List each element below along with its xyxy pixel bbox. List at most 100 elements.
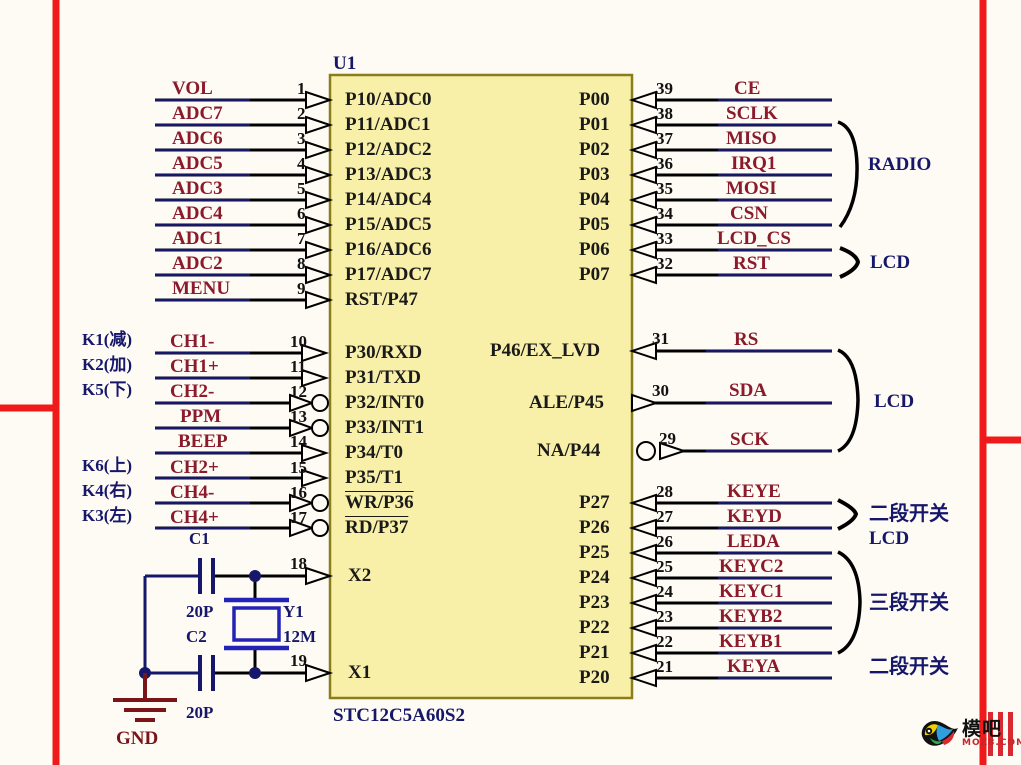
net-label: SCK — [730, 429, 770, 450]
net-label: IRQ1 — [731, 153, 777, 174]
pin-name: P12/ADC2 — [345, 139, 432, 160]
pin-name: NA/P44 — [537, 440, 601, 461]
right-bank-3-arrows — [628, 493, 657, 688]
pin-name: P27 — [579, 492, 610, 513]
pin-number: 15 — [290, 458, 307, 477]
bus-label-lcd-top: LCD — [870, 252, 911, 273]
pin-number: 35 — [656, 179, 673, 198]
site-logo: 模吧 MOZ8.COM — [918, 712, 1021, 756]
net-label: KEYD — [727, 506, 782, 527]
pin-name: P17/ADC7 — [345, 264, 432, 285]
brace-lcd-mid — [837, 348, 860, 453]
pin-name: P34/T0 — [345, 442, 404, 463]
pin-number: 2 — [297, 104, 306, 123]
key-label: K4(右) — [82, 481, 133, 500]
pin-name: RD/P37 — [345, 517, 409, 538]
pin-name: P14/ADC4 — [345, 189, 432, 210]
pin-name: P46/EX_LVD — [490, 340, 601, 361]
pin-number: 36 — [656, 154, 673, 173]
chip-part-number: STC12C5A60S2 — [333, 705, 465, 726]
pin-name: X1 — [348, 662, 372, 683]
net-label: MENU — [172, 278, 231, 299]
gnd-label: GND — [116, 728, 159, 749]
net-label: RS — [734, 329, 759, 350]
gnd-symbol — [113, 673, 177, 722]
pin-number: 1 — [297, 79, 306, 98]
junction-dot — [249, 570, 261, 582]
net-label: CH1- — [170, 331, 215, 352]
brace-three-stage — [837, 550, 862, 655]
net-label: SCLK — [726, 103, 778, 124]
bus-label-lcd-bottom: LCD — [869, 528, 910, 549]
pin-name: P02 — [579, 139, 610, 160]
net-label: ADC7 — [172, 103, 223, 124]
pin-number: 4 — [297, 154, 306, 173]
pin-name: P11/ADC1 — [345, 114, 431, 135]
pin-number: 9 — [297, 279, 306, 298]
pin-name: P35/T1 — [345, 467, 404, 488]
pin-number: 18 — [290, 554, 307, 573]
pin-name: P06 — [579, 239, 610, 260]
net-label: KEYB1 — [719, 631, 783, 652]
net-label: CH4+ — [170, 507, 219, 528]
net-label: CSN — [730, 203, 769, 224]
capacitor-c1 — [198, 558, 215, 594]
pin-name: P21 — [579, 642, 610, 663]
y1-value: 12M — [283, 627, 317, 646]
pin-name: P03 — [579, 164, 610, 185]
pin-number: 37 — [656, 129, 673, 148]
pin-name: P20 — [579, 667, 610, 688]
pin-number: 34 — [656, 204, 673, 223]
bus-label-radio: RADIO — [868, 154, 932, 175]
logo-domain: MOZ8.COM — [962, 738, 1021, 748]
net-label: CH2+ — [170, 457, 219, 478]
pin-number: 31 — [652, 329, 669, 348]
pin-name: P30/RXD — [345, 342, 423, 363]
pin-name: P32/INT0 — [345, 392, 425, 413]
pin-name: P16/ADC6 — [345, 239, 432, 260]
pin-number: 17 — [290, 508, 307, 527]
net-label: SDA — [729, 380, 768, 401]
pin-number: 39 — [656, 79, 673, 98]
pin-number: 28 — [656, 482, 673, 501]
net-label: CH2- — [170, 381, 215, 402]
key-label: K1(减) — [82, 330, 133, 349]
pin-number: 10 — [290, 332, 307, 351]
pin-number: 38 — [656, 104, 673, 123]
capacitor-c2 — [198, 655, 215, 691]
net-label: ADC5 — [172, 153, 223, 174]
schematic-vector-layer — [0, 0, 1021, 765]
logo-text-cn: 模吧 — [962, 718, 1003, 740]
net-label: MOSI — [726, 178, 777, 199]
pin-name: P01 — [579, 114, 610, 135]
net-label: BEEP — [178, 431, 228, 452]
pin-number: 26 — [656, 532, 673, 551]
pin-number: 7 — [297, 229, 306, 248]
pin-number: 5 — [297, 179, 306, 198]
net-label: ADC1 — [172, 228, 223, 249]
pin-number: 14 — [290, 432, 307, 451]
junction-dot — [249, 667, 261, 679]
net-label: VOL — [172, 78, 213, 99]
pin-name: WR/P36 — [345, 492, 414, 513]
pin-name: P00 — [579, 89, 610, 110]
key-label: K6(上) — [82, 456, 133, 475]
net-label: KEYB2 — [719, 606, 783, 627]
pin-name: P13/ADC3 — [345, 164, 432, 185]
pin-name: P05 — [579, 214, 610, 235]
net-label: CH1+ — [170, 356, 219, 377]
pin-name: P07 — [579, 264, 610, 285]
net-label: PPM — [180, 406, 222, 427]
net-label: LEDA — [727, 531, 780, 552]
key-label: K5(下) — [82, 380, 133, 399]
pin-number: 22 — [656, 632, 673, 651]
pin-number: 11 — [290, 357, 307, 376]
pin-number: 29 — [659, 429, 676, 448]
net-label: ADC2 — [172, 253, 223, 274]
chip-refdes: U1 — [333, 53, 357, 74]
net-label: KEYC1 — [719, 581, 784, 602]
pin-number: 19 — [290, 651, 307, 670]
net-label: MISO — [726, 128, 777, 149]
schematic-sheet: U1 STC12C5A60S2 VOL 1 P10/ADC0 ADC7 2 P1… — [0, 0, 1021, 765]
bus-label-lcd-mid: LCD — [874, 391, 915, 412]
